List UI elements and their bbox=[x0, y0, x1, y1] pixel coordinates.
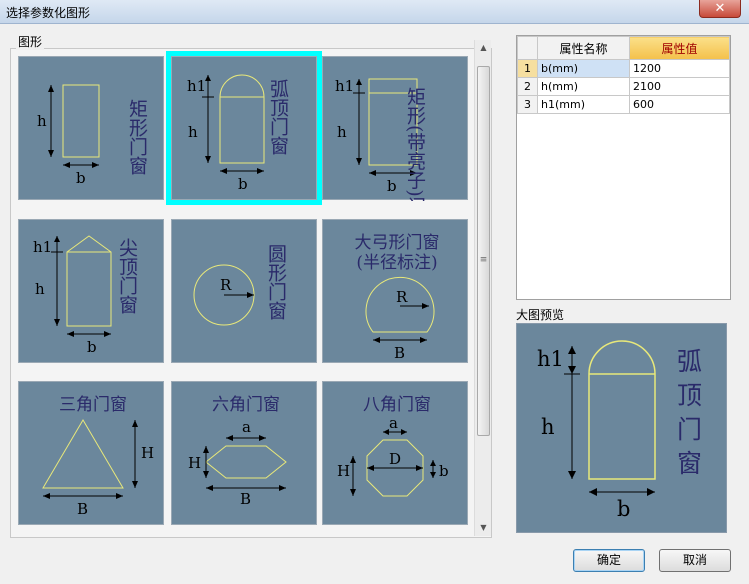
close-button[interactable]: ✕ bbox=[699, 0, 741, 18]
shape-tile-circle[interactable]: R 圆形门窗 bbox=[171, 219, 317, 363]
tile-title: 六角门窗 bbox=[212, 395, 280, 415]
window-title: 选择参数化图形 bbox=[6, 6, 91, 20]
tile-subtitle: (半径标注) bbox=[356, 253, 437, 273]
dim-label: b bbox=[87, 338, 97, 356]
shape-tile-triangle[interactable]: H B 三角门窗 bbox=[18, 381, 164, 525]
property-name: h1(mm) bbox=[537, 95, 630, 114]
dim-label: h1 bbox=[537, 347, 564, 371]
shape-icon-hexagon: a H B 六角门窗 bbox=[188, 395, 287, 508]
dim-label: B bbox=[77, 500, 88, 518]
property-value-input[interactable]: 2100 bbox=[629, 77, 730, 96]
preview-title-char: 门 bbox=[677, 415, 702, 444]
window-titlebar: 选择参数化图形 ✕ bbox=[0, 0, 749, 24]
dim-label: B bbox=[240, 490, 251, 508]
gallery-group-label: 图形 bbox=[16, 33, 45, 50]
cancel-button[interactable]: 取消 bbox=[659, 549, 731, 572]
dim-label: h bbox=[35, 280, 45, 298]
shape-tile-rect-transom[interactable]: h1 h b 矩形(带亮子)门窗 bbox=[322, 56, 468, 201]
shape-icon-rect-transom: h1 h b 矩形(带亮子)门窗 bbox=[335, 77, 426, 201]
dim-label: H bbox=[337, 462, 350, 480]
dim-label: b bbox=[238, 175, 248, 193]
dim-label: B bbox=[394, 344, 405, 362]
shape-tile-octagon[interactable]: a H D b 八角门窗 bbox=[322, 381, 468, 525]
table-row[interactable]: 3 h1(mm) 600 bbox=[517, 95, 730, 114]
tile-title: 圆形门窗 bbox=[265, 244, 287, 320]
dim-label: H bbox=[141, 444, 154, 462]
scrollbar-thumb[interactable]: ≡ bbox=[477, 66, 490, 436]
scroll-down-arrow-icon[interactable]: ▼ bbox=[475, 520, 492, 536]
property-value-input[interactable]: 1200 bbox=[629, 59, 730, 78]
dim-label: H bbox=[188, 454, 201, 472]
tile-title: 矩形(带亮子)门窗 bbox=[404, 87, 426, 201]
dim-label: b bbox=[387, 177, 397, 195]
shape-icon-arch: h1 h b 弧顶门窗 bbox=[187, 74, 289, 193]
row-index-header bbox=[517, 36, 538, 60]
row-index: 1 bbox=[517, 59, 538, 78]
grip-icon: ≡ bbox=[479, 255, 488, 265]
close-icon: ✕ bbox=[714, 1, 726, 16]
column-header-name: 属性名称 bbox=[537, 36, 630, 60]
tile-title: 三角门窗 bbox=[59, 395, 127, 415]
dim-label: R bbox=[220, 276, 232, 294]
shape-tile-pointed[interactable]: h1 h b 尖顶门窗 bbox=[18, 219, 164, 363]
dim-label: h1 bbox=[335, 77, 354, 95]
property-table: 属性名称 属性值 1 b(mm) 1200 2 h(mm) 2100 3 h1(… bbox=[516, 35, 731, 300]
dim-label: a bbox=[242, 418, 251, 436]
dim-label: R bbox=[396, 288, 408, 306]
large-preview: h1 h b 弧 顶 门 窗 bbox=[516, 323, 727, 533]
tile-title: 弧顶门窗 bbox=[267, 79, 289, 155]
property-value-input[interactable]: 600 bbox=[629, 95, 730, 114]
tile-title: 尖顶门窗 bbox=[116, 238, 138, 314]
dim-label: h bbox=[541, 415, 555, 439]
property-name: b(mm) bbox=[537, 59, 630, 78]
shape-icon-octagon: a H D b 八角门窗 bbox=[337, 395, 449, 497]
dim-label: h bbox=[188, 123, 198, 141]
shape-icon-circle: R 圆形门窗 bbox=[193, 244, 287, 326]
shape-tile-hexagon[interactable]: a H B 六角门窗 bbox=[171, 381, 317, 525]
scroll-up-arrow-icon[interactable]: ▲ bbox=[475, 40, 492, 56]
property-name: h(mm) bbox=[537, 77, 630, 96]
gallery-scrollbar[interactable]: ▲ ≡ ▼ bbox=[474, 40, 491, 536]
dim-label: h1 bbox=[187, 77, 206, 95]
shape-icon-rectangle: h b 矩形门窗 bbox=[37, 84, 148, 187]
row-index: 2 bbox=[517, 77, 538, 96]
column-header-value: 属性值 bbox=[629, 36, 730, 60]
shape-tile-bow[interactable]: R B 大弓形门窗 (半径标注) bbox=[322, 219, 468, 363]
preview-label: 大图预览 bbox=[516, 308, 565, 322]
ok-button[interactable]: 确定 bbox=[573, 549, 645, 572]
dim-label: a bbox=[389, 414, 398, 432]
shape-tile-arch[interactable]: h1 h b 弧顶门窗 bbox=[166, 51, 322, 205]
table-row[interactable]: 2 h(mm) 2100 bbox=[517, 77, 730, 96]
tile-title: 矩形门窗 bbox=[126, 99, 148, 175]
preview-title-char: 弧 bbox=[677, 347, 702, 376]
dim-label: D bbox=[389, 450, 401, 468]
tile-title: 八角门窗 bbox=[363, 395, 431, 415]
shape-tile-rectangle[interactable]: h b 矩形门窗 bbox=[18, 56, 164, 200]
row-index: 3 bbox=[517, 95, 538, 114]
tile-title: 大弓形门窗 bbox=[355, 233, 440, 253]
dim-label: b bbox=[76, 169, 86, 187]
dim-label: h bbox=[337, 123, 347, 141]
shape-icon-bow: R B 大弓形门窗 (半径标注) bbox=[355, 233, 440, 362]
preview-title-char: 顶 bbox=[677, 381, 702, 410]
dim-label: b bbox=[617, 497, 630, 521]
shape-icon-pointed: h1 h b 尖顶门窗 bbox=[33, 235, 138, 356]
preview-title-char: 窗 bbox=[677, 449, 702, 478]
preview-shape-arch-icon: h1 h b 弧 顶 门 窗 bbox=[537, 340, 702, 521]
dim-label: h bbox=[37, 112, 47, 130]
dim-label: h1 bbox=[33, 238, 52, 256]
table-row[interactable]: 1 b(mm) 1200 bbox=[517, 59, 730, 78]
dim-label: b bbox=[439, 462, 449, 480]
shape-icon-triangle: H B 三角门窗 bbox=[42, 395, 154, 518]
